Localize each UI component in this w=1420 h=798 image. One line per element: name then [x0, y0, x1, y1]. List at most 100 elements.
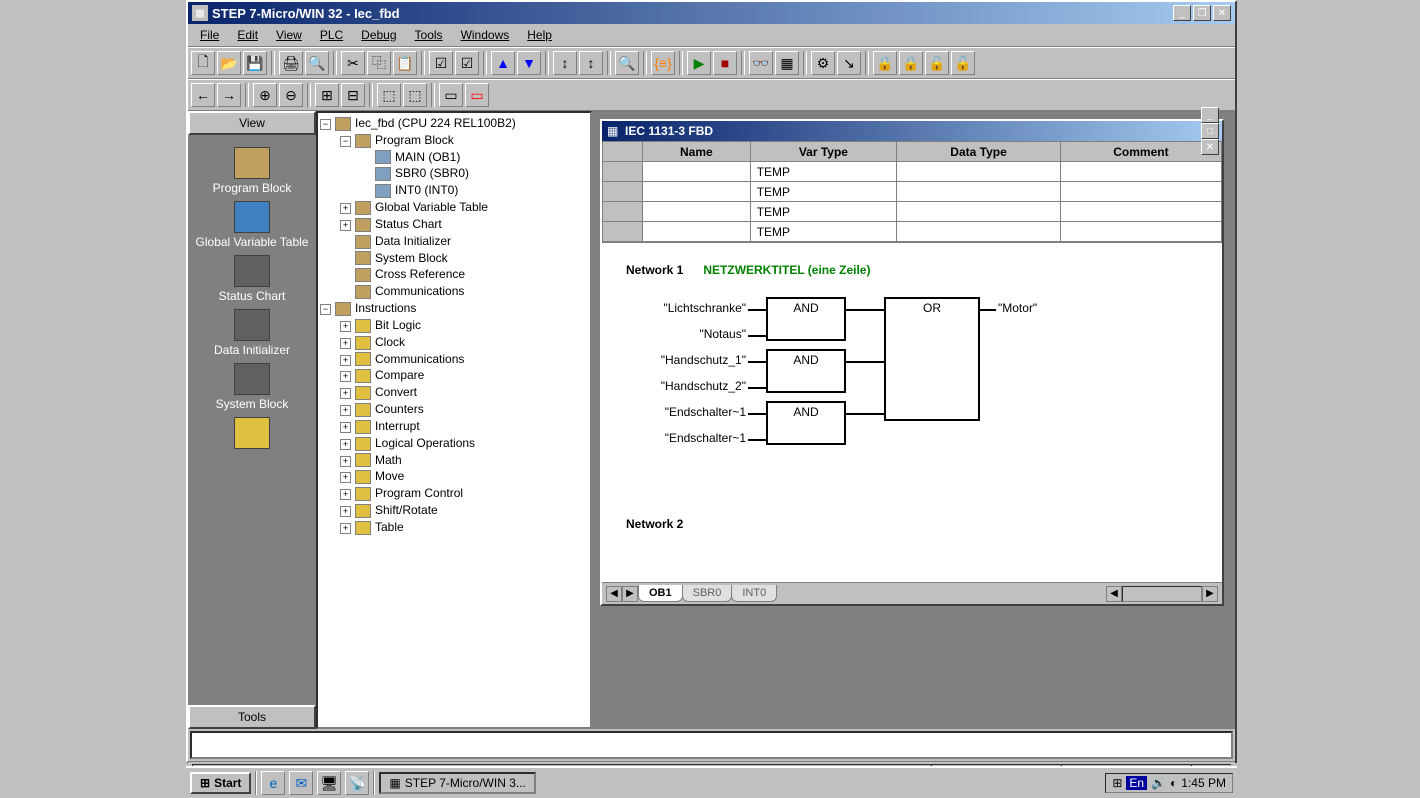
paste-icon[interactable]: 📋 — [393, 51, 417, 75]
lock-icon[interactable]: 🔒 — [873, 51, 897, 75]
tree-int0[interactable]: INT0 (INT0) — [320, 182, 588, 199]
download-icon[interactable]: ▼ — [517, 51, 541, 75]
quick-desktop-icon[interactable]: 🖥 — [317, 771, 341, 795]
tray-volume-icon[interactable]: 🔊 — [1151, 776, 1166, 790]
tree-status-chart[interactable]: +Status Chart — [320, 216, 588, 233]
cut-icon[interactable]: ✂ — [341, 51, 365, 75]
tree-instruction-item[interactable]: +Program Control — [320, 485, 588, 502]
nav1-icon[interactable]: ⊕ — [253, 83, 277, 107]
nav-program-block[interactable]: Program Block — [213, 147, 292, 195]
open-icon[interactable]: 📂 — [217, 51, 241, 75]
search-icon[interactable]: 🔍 — [615, 51, 639, 75]
sort-asc-icon[interactable]: ↕ — [553, 51, 577, 75]
options-icon[interactable]: {≡} — [651, 51, 675, 75]
table-row[interactable]: TEMP — [603, 182, 1222, 202]
start-button[interactable]: ⊞ Start — [190, 772, 251, 794]
menu-file[interactable]: File — [192, 26, 227, 44]
fbd-minimize-button[interactable]: _ — [1201, 107, 1219, 123]
quick-channel-icon[interactable]: 📡 — [345, 771, 369, 795]
task-step7[interactable]: ▦ STEP 7-Micro/WIN 3... — [379, 772, 535, 794]
sort-desc-icon[interactable]: ↕ — [579, 51, 603, 75]
compile-icon[interactable]: ☑ — [429, 51, 453, 75]
col-datatype[interactable]: Data Type — [897, 142, 1061, 162]
scroll-left-icon[interactable]: ◀ — [1106, 586, 1122, 602]
nav-data-initializer[interactable]: Data Initializer — [214, 309, 290, 357]
table-row[interactable]: TEMP — [603, 222, 1222, 242]
tab-nav-left-icon[interactable]: ◀ — [606, 586, 622, 602]
table-icon[interactable]: ▦ — [775, 51, 799, 75]
tool-icon[interactable]: ⚙ — [811, 51, 835, 75]
tab-sbr0[interactable]: SBR0 — [682, 585, 733, 602]
stop-icon[interactable]: ■ — [713, 51, 737, 75]
scroll-right-icon[interactable]: ▶ — [1202, 586, 1218, 602]
signal-handschutz1[interactable]: "Handschutz_1" — [626, 353, 746, 367]
minimize-button[interactable]: _ — [1173, 5, 1191, 21]
nav-system-block[interactable]: System Block — [216, 363, 289, 411]
tree-instruction-item[interactable]: +Shift/Rotate — [320, 502, 588, 519]
nav-more[interactable] — [234, 417, 270, 449]
nav5-icon[interactable]: ⬚ — [377, 83, 401, 107]
menu-plc[interactable]: PLC — [312, 26, 351, 44]
tab-ob1[interactable]: OB1 — [638, 585, 683, 602]
monitor-icon[interactable]: 👓 — [749, 51, 773, 75]
menu-tools[interactable]: Tools — [407, 26, 451, 44]
tree-instruction-item[interactable]: +Table — [320, 519, 588, 536]
hscroll-track[interactable] — [1122, 586, 1202, 602]
tree-instruction-item[interactable]: +Logical Operations — [320, 435, 588, 452]
nav6-icon[interactable]: ⬚ — [403, 83, 427, 107]
block-and-3[interactable]: AND — [766, 401, 846, 445]
fbd-editor[interactable]: Network 1 NETZWERKTITEL (eine Zeile) "Li… — [602, 242, 1222, 582]
col-comment[interactable]: Comment — [1060, 142, 1221, 162]
tree-system-block[interactable]: System Block — [320, 250, 588, 267]
tool2-icon[interactable]: ↘ — [837, 51, 861, 75]
tree-data-init[interactable]: Data Initializer — [320, 233, 588, 250]
tree-main-ob1[interactable]: MAIN (OB1) — [320, 149, 588, 166]
tree-instruction-item[interactable]: +Clock — [320, 334, 588, 351]
block-or[interactable]: OR — [884, 297, 980, 421]
maximize-button[interactable]: ❐ — [1193, 5, 1211, 21]
menu-view[interactable]: View — [268, 26, 310, 44]
signal-notaus[interactable]: "Notaus" — [626, 327, 746, 341]
tree-instruction-item[interactable]: +Compare — [320, 367, 588, 384]
save-icon[interactable]: 💾 — [243, 51, 267, 75]
tree-root[interactable]: −Iec_fbd (CPU 224 REL100B2) — [320, 115, 588, 132]
back-icon[interactable]: ← — [191, 83, 215, 107]
nav4-icon[interactable]: ⊟ — [341, 83, 365, 107]
copy-icon[interactable]: ⿻ — [367, 51, 391, 75]
tree-instruction-item[interactable]: +Bit Logic — [320, 317, 588, 334]
output-area[interactable] — [190, 731, 1233, 759]
col-name[interactable]: Name — [643, 142, 751, 162]
unlock2-icon[interactable]: 🔓 — [951, 51, 975, 75]
tree-sbr0[interactable]: SBR0 (SBR0) — [320, 165, 588, 182]
upload-icon[interactable]: ▲ — [491, 51, 515, 75]
lock2-icon[interactable]: 🔒 — [899, 51, 923, 75]
tree-instruction-item[interactable]: +Math — [320, 452, 588, 469]
menu-edit[interactable]: Edit — [229, 26, 266, 44]
fbd-maximize-button[interactable]: □ — [1201, 123, 1219, 139]
nav7-icon[interactable]: ▭ — [439, 83, 463, 107]
tray-icon-1[interactable]: ⊞ — [1112, 776, 1122, 790]
nav8-icon[interactable]: ▭ — [465, 83, 489, 107]
run-icon[interactable]: ▶ — [687, 51, 711, 75]
tray-icon-2[interactable]: ◐ — [1170, 776, 1177, 790]
fbd-diagram[interactable]: "Lichtschranke" "Notaus" "Handschutz_1" … — [626, 297, 1198, 477]
signal-endschalter1a[interactable]: "Endschalter~1 — [626, 405, 746, 419]
block-and-1[interactable]: AND — [766, 297, 846, 341]
table-row[interactable]: TEMP — [603, 162, 1222, 182]
tree-program-block[interactable]: −Program Block — [320, 132, 588, 149]
menu-help[interactable]: Help — [519, 26, 560, 44]
signal-handschutz2[interactable]: "Handschutz_2" — [626, 379, 746, 393]
nav2-icon[interactable]: ⊖ — [279, 83, 303, 107]
tree-gvt[interactable]: +Global Variable Table — [320, 199, 588, 216]
menu-windows[interactable]: Windows — [453, 26, 518, 44]
signal-motor[interactable]: "Motor" — [998, 301, 1037, 315]
nav-view-header[interactable]: View — [188, 111, 316, 135]
nav-global-variable-table[interactable]: Global Variable Table — [196, 201, 309, 249]
quick-ie-icon[interactable]: e — [261, 771, 285, 795]
quick-outlook-icon[interactable]: ✉ — [289, 771, 313, 795]
table-row[interactable]: TEMP — [603, 202, 1222, 222]
nav-status-chart[interactable]: Status Chart — [219, 255, 286, 303]
tab-int0[interactable]: INT0 — [731, 585, 777, 602]
signal-lichtschranke[interactable]: "Lichtschranke" — [626, 301, 746, 315]
tray-lang-icon[interactable]: En — [1126, 776, 1147, 790]
